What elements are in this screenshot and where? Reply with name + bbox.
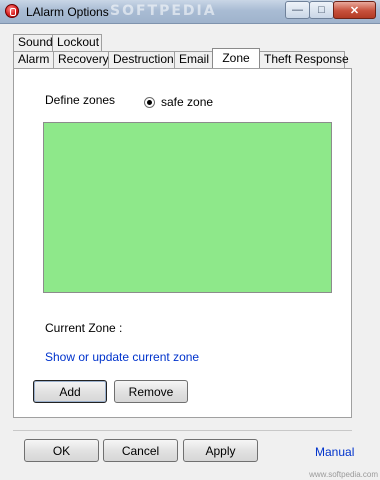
manual-link[interactable]: Manual <box>315 445 354 459</box>
alarm-app-icon <box>5 4 19 18</box>
tab-destruction[interactable]: Destruction <box>108 51 175 68</box>
softpedia-url-watermark: www.softpedia.com <box>309 470 378 479</box>
tab-sound[interactable]: Sound <box>13 34 53 51</box>
cancel-button-label: Cancel <box>121 443 160 458</box>
cancel-button[interactable]: Cancel <box>103 439 178 462</box>
close-icon: ✕ <box>349 4 360 17</box>
add-button-label: Add <box>59 384 81 399</box>
tab-zone[interactable]: Zone <box>212 48 260 68</box>
maximize-icon: □ <box>318 4 325 16</box>
radio-selected-icon[interactable] <box>144 96 155 108</box>
window-title: LAlarm Options <box>26 5 109 19</box>
show-update-zone-link[interactable]: Show or update current zone <box>45 350 199 364</box>
tab-row-back: Sound Lockout <box>13 34 102 51</box>
zone-tab-panel: Define zones safe zone Current Zone : Sh… <box>13 68 352 418</box>
title-bar[interactable]: LAlarm Options SOFTPEDIA — □ ✕ <box>0 0 380 24</box>
define-zones-label: Define zones <box>45 93 116 107</box>
minimize-button[interactable]: — <box>285 1 310 19</box>
tab-recovery[interactable]: Recovery <box>53 51 109 68</box>
minimize-icon: — <box>292 4 303 16</box>
add-button[interactable]: Add <box>33 380 107 403</box>
safe-zone-radio-label: safe zone <box>161 95 214 109</box>
apply-button-label: Apply <box>205 443 236 458</box>
ok-button[interactable]: OK <box>24 439 99 462</box>
tab-email[interactable]: Email <box>174 51 213 68</box>
footer-divider <box>13 430 352 431</box>
current-zone-label: Current Zone : <box>45 321 123 335</box>
close-button[interactable]: ✕ <box>333 1 376 19</box>
tab-alarm[interactable]: Alarm <box>13 51 54 68</box>
safe-zone-radio[interactable]: safe zone <box>144 95 213 109</box>
maximize-button[interactable]: □ <box>309 1 334 19</box>
remove-button-label: Remove <box>128 384 174 399</box>
remove-button[interactable]: Remove <box>114 380 188 403</box>
tab-lockout[interactable]: Lockout <box>52 34 102 51</box>
ok-button-label: OK <box>52 443 71 458</box>
tab-row-front: Alarm Recovery Destruction Email Zone Th… <box>13 48 349 68</box>
apply-button[interactable]: Apply <box>183 439 258 462</box>
zone-drawing-area[interactable] <box>43 122 332 293</box>
softpedia-watermark: SOFTPEDIA <box>110 3 217 19</box>
tab-theft-response[interactable]: Theft Response <box>259 51 349 68</box>
